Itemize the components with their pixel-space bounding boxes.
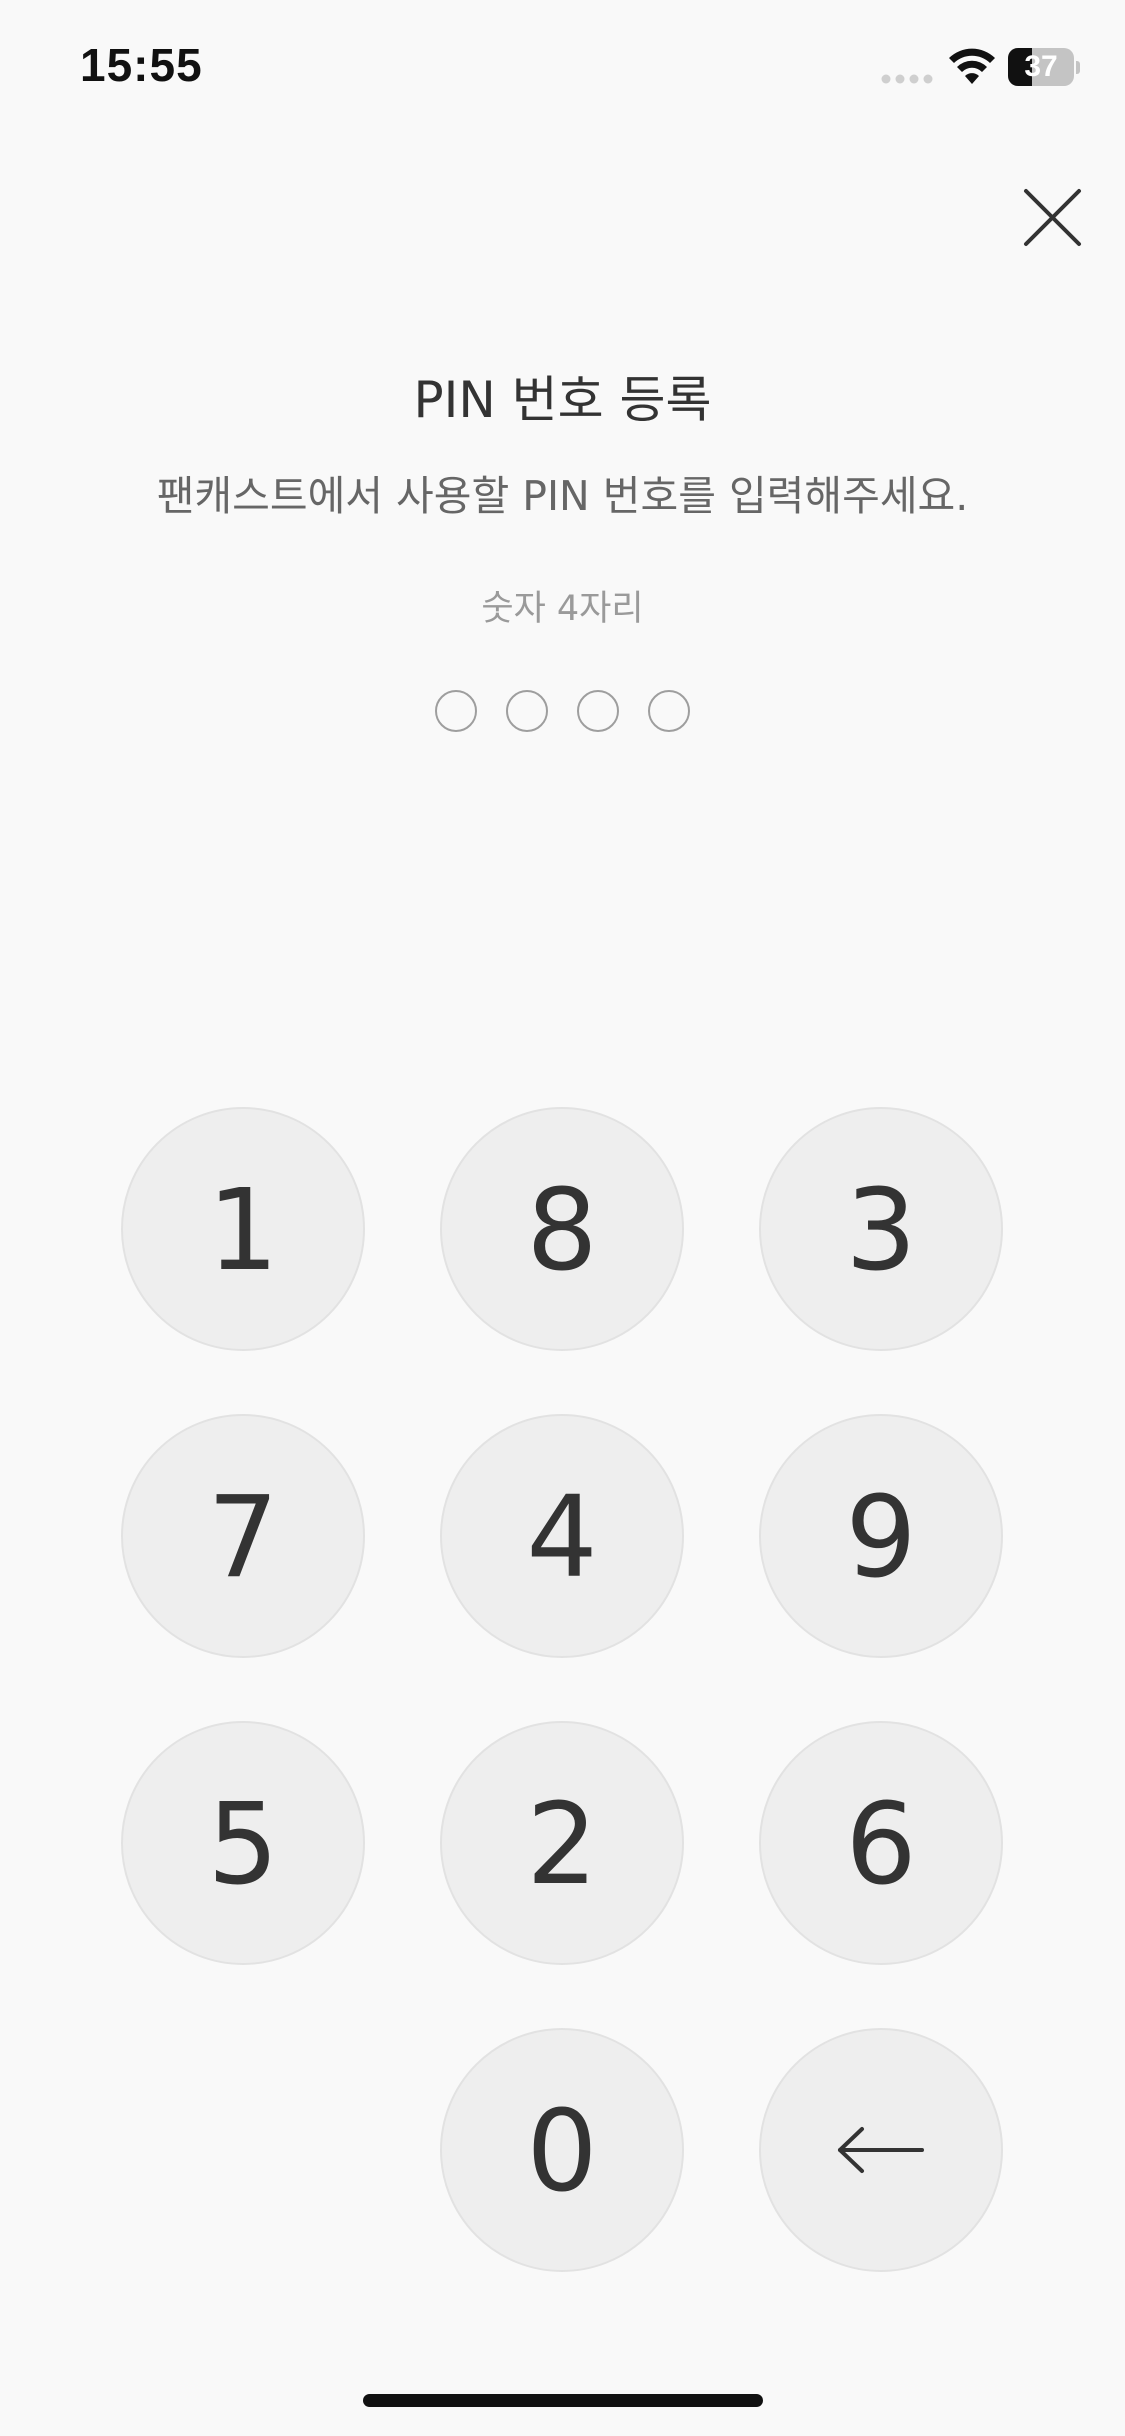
keypad-key[interactable]: 2	[440, 1721, 684, 1965]
key-label: 6	[845, 1780, 917, 1910]
battery-cap	[1076, 61, 1080, 74]
key-label: 3	[845, 1166, 917, 1296]
close-icon[interactable]	[1020, 185, 1085, 250]
backspace-arrow-icon	[838, 2127, 924, 2173]
pin-dot	[506, 690, 548, 732]
home-indicator	[363, 2394, 763, 2407]
key-label: 9	[845, 1473, 917, 1603]
key-label: 5	[207, 1780, 279, 1910]
key-label: 8	[526, 1166, 598, 1296]
keypad-key[interactable]: 0	[440, 2028, 684, 2272]
signal-dots-icon	[881, 74, 933, 84]
keypad-key[interactable]: 4	[440, 1414, 684, 1658]
battery-level: 37	[1024, 50, 1058, 83]
status-bar: 15:55 37	[0, 0, 1125, 140]
key-label: 2	[526, 1780, 598, 1910]
pin-registration-screen: 15:55 37 PIN 번호 등록 팬캐스트에서 사용할 PIN 번호를 입력…	[0, 0, 1125, 2436]
pin-dot	[577, 690, 619, 732]
wifi-icon	[949, 48, 995, 84]
keypad-key[interactable]: 6	[759, 1721, 1003, 1965]
battery-indicator: 37	[1008, 48, 1080, 88]
keypad-key[interactable]: 1	[121, 1107, 365, 1351]
pin-dot	[648, 690, 690, 732]
battery-body: 37	[1008, 48, 1074, 86]
page-title: PIN 번호 등록	[413, 371, 712, 429]
key-label: 0	[526, 2087, 598, 2217]
status-time: 15:55	[80, 39, 203, 91]
keypad-key[interactable]: 8	[440, 1107, 684, 1351]
pin-length-hint: 숫자 4자리	[481, 589, 644, 629]
pin-dot	[435, 690, 477, 732]
keypad-key[interactable]: 7	[121, 1414, 365, 1658]
backspace-button[interactable]	[759, 2028, 1003, 2272]
keypad-key[interactable]: 5	[121, 1721, 365, 1965]
keypad-key[interactable]: 3	[759, 1107, 1003, 1351]
key-label: 7	[207, 1473, 279, 1603]
keypad-key[interactable]: 9	[759, 1414, 1003, 1658]
key-label: 1	[207, 1166, 279, 1296]
page-subtitle: 팬캐스트에서 사용할 PIN 번호를 입력해주세요.	[156, 472, 969, 520]
key-label: 4	[526, 1473, 598, 1603]
pin-indicator	[0, 690, 1125, 734]
